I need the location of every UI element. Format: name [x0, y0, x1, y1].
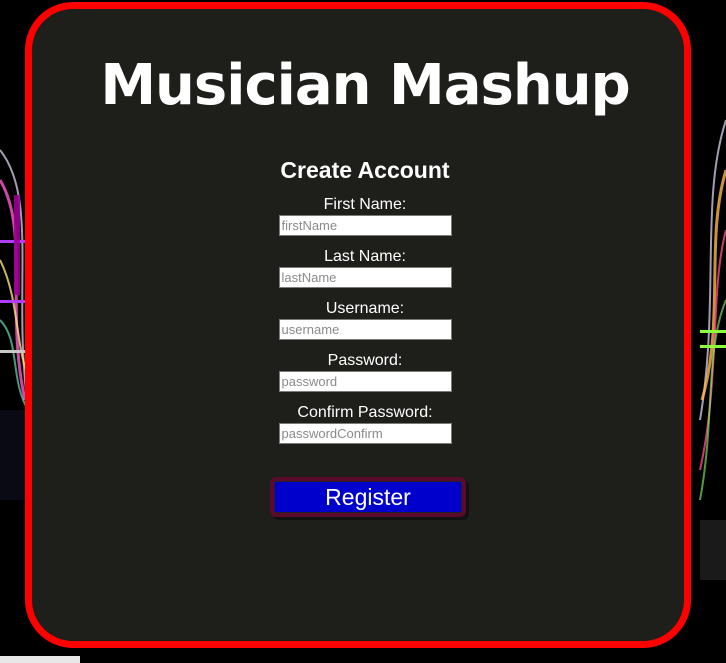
page-title: Musician Mashup	[100, 53, 630, 118]
first-name-input[interactable]	[278, 215, 452, 236]
confirm-password-label: Confirm Password:	[297, 404, 433, 421]
first-name-group: First Name:	[32, 196, 698, 236]
last-name-group: Last Name:	[32, 248, 698, 288]
password-group: Password:	[32, 352, 698, 392]
confirm-password-input[interactable]	[278, 423, 452, 444]
last-name-input[interactable]	[278, 267, 452, 288]
username-input[interactable]	[278, 319, 452, 340]
form-heading: Create Account	[280, 157, 450, 183]
password-input[interactable]	[278, 371, 452, 392]
confirm-password-group: Confirm Password:	[32, 404, 698, 444]
last-name-label: Last Name:	[324, 248, 406, 265]
footer-strip	[0, 656, 80, 663]
password-label: Password:	[327, 352, 403, 369]
register-button[interactable]: Register	[270, 477, 466, 517]
username-group: Username:	[32, 300, 698, 340]
first-name-label: First Name:	[323, 196, 407, 213]
username-label: Username:	[325, 300, 405, 317]
register-panel: Musician Mashup Create Account First Nam…	[25, 2, 691, 648]
